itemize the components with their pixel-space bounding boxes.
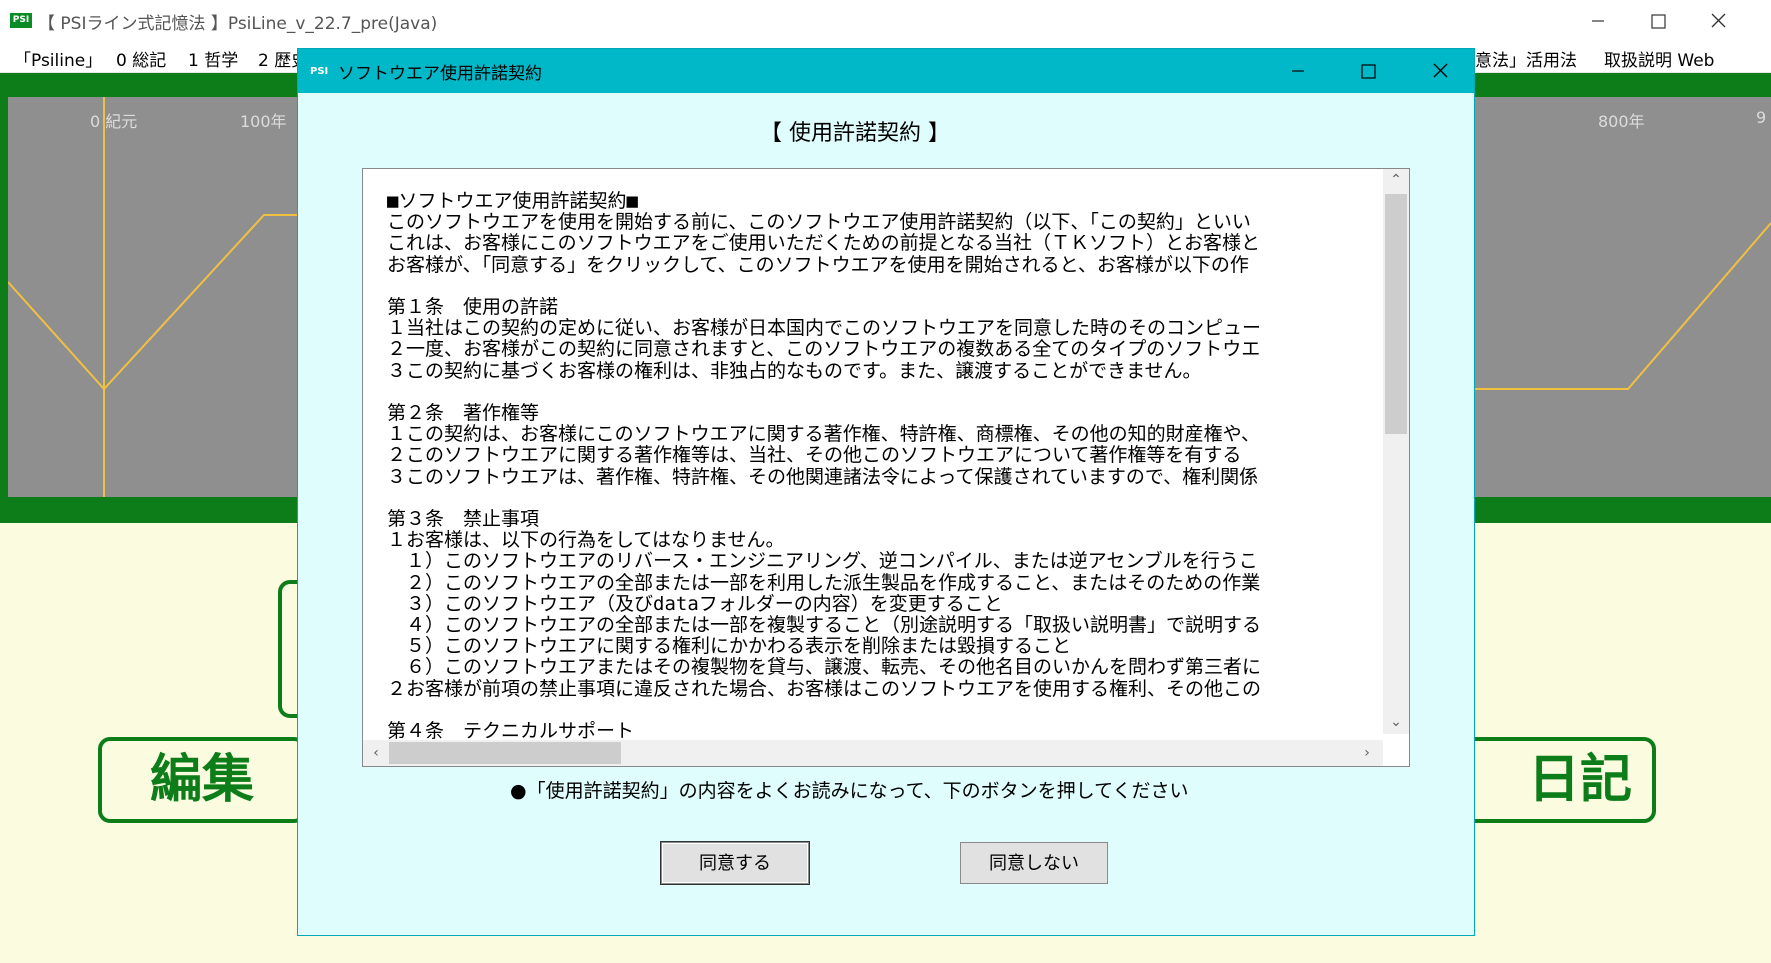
dialog-close-button[interactable]: [1410, 55, 1470, 87]
license-line: [387, 700, 1397, 721]
license-line: ２お客様が前項の禁止事項に違反された場合、お客様はこのソフトウエアを使用する権利…: [387, 677, 1262, 700]
license-line: １）このソフトウエアのリバース・エンジニアリング、逆コンパイル、または逆アセンブ…: [387, 550, 1258, 573]
license-line: ３）このソフトウエア（及びdataフォルダーの内容）を変更すること: [387, 592, 1003, 615]
license-line: １この契約は、お客様にこのソフトウエアに関する著作権、特許権、商標権、その他の知…: [387, 423, 1261, 446]
menu-item-psiline[interactable]: 「Psiline」: [14, 46, 102, 71]
maximize-icon: [1361, 64, 1376, 79]
license-line: このソフトウエアを使用を開始する前に、このソフトウエア使用許諾契約（以下、「この…: [387, 211, 1251, 234]
license-line: ６）このソフトウエアまたはその複製物を貸与、譲渡、転売、その他名目のいかんを問わ…: [387, 656, 1262, 679]
instruction-text: ●「使用許諾契約」の内容をよくお読みになって、下のボタンを押してください: [510, 780, 1189, 802]
year-label-900: 9: [1756, 108, 1767, 127]
window-title: 【 PSIライン式記憶法 】PsiLine_v_22.7_pre(Java): [38, 14, 438, 34]
license-line: ４）このソフトウエアの全部または一部を複製すること（別途説明する「取扱い説明書」…: [387, 614, 1262, 637]
scroll-down-icon[interactable]: ⌄: [1386, 712, 1406, 732]
maximize-icon: [1651, 14, 1666, 29]
dialog-heading: 【 使用許諾契約 】: [760, 121, 950, 146]
license-line: ２）このソフトウエアの全部または一部を利用した派生製品を作成すること、またはその…: [387, 571, 1261, 594]
dialog-maximize-button[interactable]: [1338, 55, 1398, 87]
license-line: お客様が、「同意する」をクリックして、このソフトウエアを使用を開始されると、お客…: [387, 253, 1249, 276]
license-line: ２このソフトウエアに関する著作権等は、当社、その他このソフトウエアについて著作権…: [387, 444, 1242, 467]
disagree-button[interactable]: 同意しない: [960, 842, 1108, 884]
dialog-title: ソフトウエア使用許諾契約: [338, 64, 542, 84]
dialog-minimize-button[interactable]: [1268, 55, 1328, 87]
year-label-100: 100年: [240, 112, 287, 131]
psi-app-icon: PSI: [10, 13, 32, 28]
license-line: ５）このソフトウエアに関する権利にかかわる表示を削除または毀損すること: [387, 635, 1072, 658]
close-icon: [1433, 63, 1448, 78]
maximize-button[interactable]: [1628, 6, 1688, 36]
minimize-button[interactable]: [1568, 6, 1628, 36]
license-line: ３このソフトウエアは、著作権、特許権、その他関連諸法令によって保護されていますの…: [387, 465, 1259, 488]
psi-line-left: [8, 214, 338, 391]
year-label-0: 0 紀元: [90, 112, 138, 131]
minimize-icon: [1292, 70, 1304, 72]
license-line: 第２条 著作権等: [387, 402, 540, 425]
menu-item-usage[interactable]: 意法」活用法: [1475, 46, 1577, 71]
edit-button[interactable]: 編集: [98, 737, 306, 823]
license-line: [387, 276, 1397, 297]
vertical-scroll-thumb[interactable]: [1385, 194, 1407, 434]
license-line: 第３条 禁止事項: [387, 508, 540, 531]
minimize-icon: [1592, 20, 1604, 22]
agree-button[interactable]: 同意する: [661, 842, 809, 884]
license-text-area[interactable]: ■ソフトウエア使用許諾契約■ このソフトウエアを使用を開始する前に、このソフトウエ…: [362, 168, 1410, 767]
license-line: ■ソフトウエア使用許諾契約■: [387, 191, 638, 212]
license-line: 第１条 使用の許諾: [387, 296, 559, 319]
license-line: ３この契約に基づくお客様の権利は、非独占的なものです。また、譲渡することができま…: [387, 359, 1202, 382]
license-line: [387, 382, 1397, 403]
menu-item-manual-web[interactable]: 取扱説明 Web: [1604, 46, 1714, 71]
license-line: ２一度、お客様がこの契約に同意されますと、このソフトウエアの複数ある全てのタイプ…: [387, 338, 1261, 361]
scroll-left-icon[interactable]: ‹: [366, 743, 386, 763]
license-line: [387, 488, 1397, 509]
dialog-psi-icon: PSI: [310, 66, 329, 77]
year-label-800: 800年: [1598, 112, 1645, 131]
horizontal-scroll-thumb[interactable]: [389, 742, 621, 764]
license-line: これは、お客様にこのソフトウエアをご使用いただくための前提となる当社（ＴＫソフト…: [387, 232, 1261, 255]
scroll-up-icon[interactable]: ⌃: [1386, 170, 1406, 190]
psi-line-right: [1458, 222, 1771, 390]
close-icon: [1711, 13, 1726, 28]
license-text: ■ソフトウエア使用許諾契約■ このソフトウエアを使用を開始する前に、このソフトウエ…: [387, 191, 1397, 742]
license-line: １お客様は、以下の行為をしてはなりません。: [387, 529, 785, 552]
scroll-right-icon[interactable]: ›: [1357, 743, 1377, 763]
menu-item-philosophy[interactable]: 1 哲学: [188, 46, 238, 71]
menu-item-general[interactable]: 0 総記: [116, 46, 166, 71]
close-button[interactable]: [1688, 6, 1748, 36]
license-line: １当社はこの契約の定めに従い、お客様が日本国内でこのソフトウエアを同意した時のそ…: [387, 317, 1262, 340]
